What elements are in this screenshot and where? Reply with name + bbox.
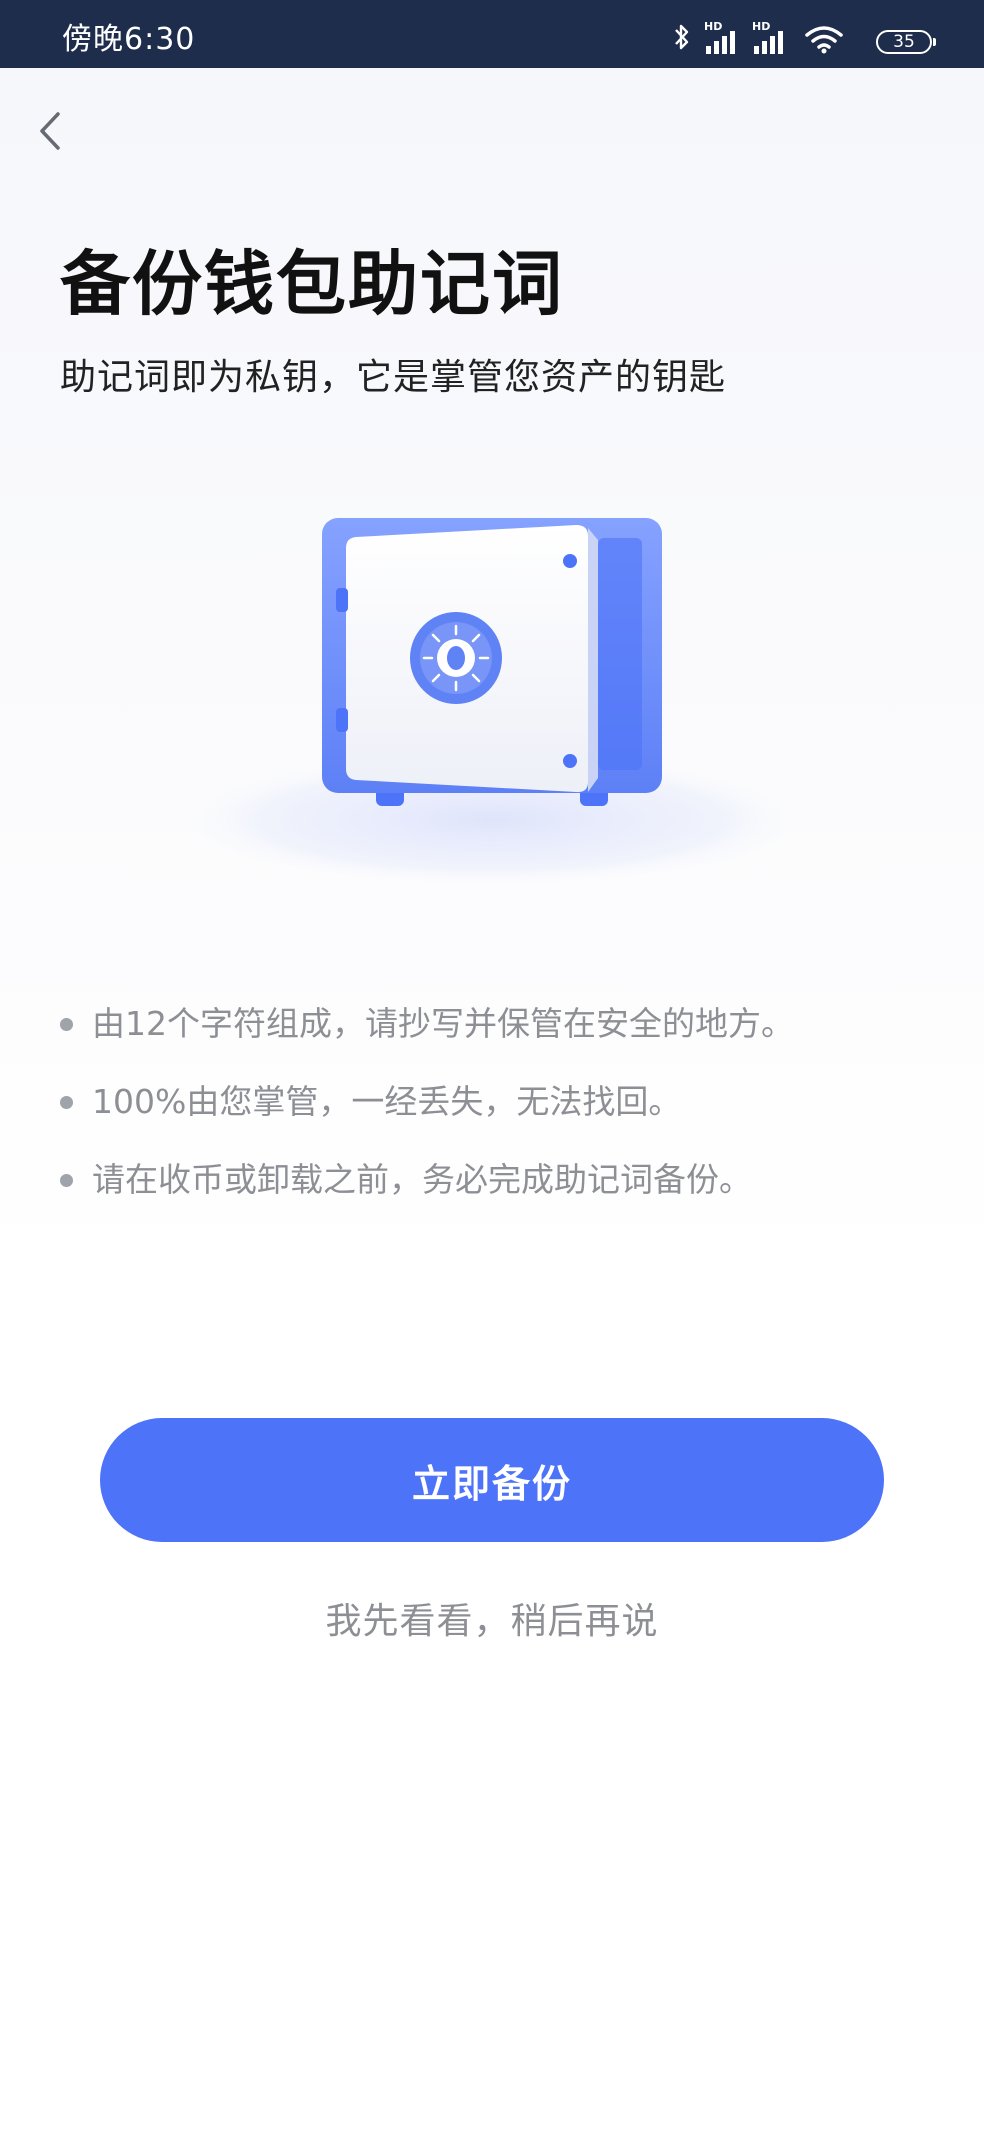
battery-icon: 35	[876, 30, 936, 54]
safe-interior	[598, 538, 642, 770]
safe-door-edge	[588, 528, 598, 792]
signal-icon	[754, 31, 783, 54]
tip-text: 请在收币或卸载之前，务必完成助记词备份。	[92, 1160, 752, 1199]
back-button[interactable]	[30, 106, 74, 156]
page-title: 备份钱包助记词	[60, 243, 564, 325]
bluetooth-icon	[675, 24, 689, 50]
page-subtitle: 助记词即为私钥，它是掌管您资产的钥匙	[60, 357, 727, 398]
bullet-dot	[60, 1018, 73, 1031]
tip-item: 100%由您掌管，一经丢失，无法找回。	[60, 1078, 794, 1126]
tip-text: 100%由您掌管，一经丢失，无法找回。	[92, 1082, 682, 1121]
safe-hinge	[336, 588, 348, 612]
safe-bolt	[563, 554, 577, 568]
signal-icon	[706, 31, 735, 54]
wifi-icon	[805, 26, 843, 54]
safe-illustration	[162, 518, 822, 890]
tip-item: 由12个字符组成，请抄写并保管在安全的地方。	[60, 1000, 794, 1048]
tip-item: 请在收币或卸载之前，务必完成助记词备份。	[60, 1156, 794, 1204]
skip-later-link[interactable]: 我先看看，稍后再说	[0, 1592, 984, 1644]
status-icons: HD HD 35	[672, 14, 936, 54]
status-time: 傍晚6:30	[62, 22, 196, 57]
safe-dial	[410, 612, 502, 704]
safe-hinge	[336, 708, 348, 732]
tips-list: 由12个字符组成，请抄写并保管在安全的地方。 100%由您掌管，一经丢失，无法找…	[60, 1000, 794, 1234]
chevron-left-icon	[40, 112, 60, 150]
safe-bolt	[563, 754, 577, 768]
backup-now-button[interactable]: 立即备份	[100, 1418, 884, 1542]
status-bar: 傍晚6:30 HD HD 35	[0, 0, 984, 68]
bullet-dot	[60, 1174, 73, 1187]
tip-text: 由12个字符组成，请抄写并保管在安全的地方。	[92, 1004, 794, 1043]
bullet-dot	[60, 1096, 73, 1109]
